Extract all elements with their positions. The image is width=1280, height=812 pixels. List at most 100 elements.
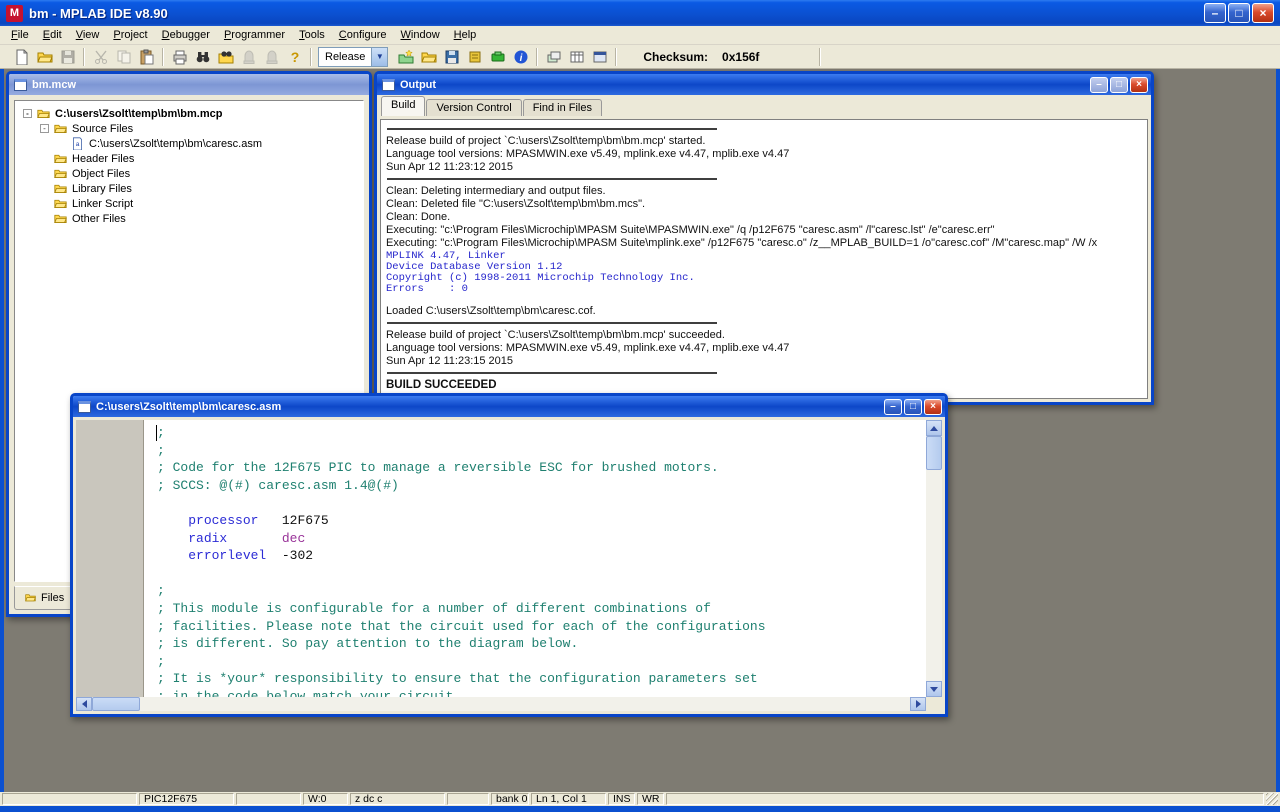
about-icon[interactable]: i bbox=[509, 46, 532, 67]
tree-item[interactable]: - Source Files bbox=[15, 121, 363, 136]
print-icon[interactable] bbox=[168, 46, 191, 67]
status-wr: WR bbox=[637, 793, 664, 805]
app-titlebar[interactable]: M bm - MPLAB IDE v8.90 – □ × bbox=[0, 0, 1280, 26]
menu-edit[interactable]: Edit bbox=[36, 27, 69, 43]
scroll-right-button[interactable] bbox=[910, 697, 926, 711]
editor-window-titlebar[interactable]: C:\users\Zsolt\temp\bm\caresc.asm – □ × bbox=[73, 396, 945, 417]
code-line: ; bbox=[157, 442, 165, 458]
resize-grip[interactable] bbox=[1266, 793, 1278, 805]
editor-window: C:\users\Zsolt\temp\bm\caresc.asm – □ × … bbox=[70, 393, 948, 717]
save-workspace-icon[interactable] bbox=[440, 46, 463, 67]
project-window-titlebar[interactable]: bm.mcw bbox=[9, 74, 369, 95]
menu-file[interactable]: File bbox=[4, 27, 36, 43]
vertical-scroll-thumb[interactable] bbox=[926, 436, 942, 470]
minimize-button[interactable]: – bbox=[1204, 3, 1226, 23]
editor-body: ;; ; Code for the 12F675 PIC to manage a … bbox=[76, 420, 942, 711]
folder-icon bbox=[36, 107, 51, 120]
programmer-connect-icon[interactable] bbox=[542, 46, 565, 67]
log-line: Release build of project `C:\users\Zsolt… bbox=[386, 135, 706, 147]
svg-text:?: ? bbox=[290, 49, 299, 65]
memory-view-icon[interactable] bbox=[565, 46, 588, 67]
horizontal-scroll-thumb[interactable] bbox=[92, 697, 140, 711]
toolbar-separator bbox=[819, 47, 822, 66]
tree-item[interactable]: - C:\users\Zsolt\temp\bm\bm.mcp bbox=[15, 106, 363, 121]
output-minimize-button[interactable]: – bbox=[1090, 76, 1108, 93]
svg-text:i: i bbox=[519, 53, 522, 64]
menu-help[interactable]: Help bbox=[447, 27, 484, 43]
editor-close-button[interactable]: × bbox=[924, 398, 942, 415]
editor-minimize-button[interactable]: – bbox=[884, 398, 902, 415]
tree-expander-icon[interactable]: - bbox=[40, 124, 49, 133]
paste-icon[interactable] bbox=[135, 46, 158, 67]
save-file-icon bbox=[56, 46, 79, 67]
log-line: Device Database Version 1.12 bbox=[386, 261, 563, 273]
menu-tools[interactable]: Tools bbox=[292, 27, 332, 43]
tree-item[interactable]: Object Files bbox=[15, 166, 363, 181]
asm-file-icon: a bbox=[70, 137, 85, 151]
editor-vertical-scrollbar[interactable] bbox=[926, 420, 942, 697]
status-w-0: W:0 bbox=[303, 793, 348, 805]
tree-item-label: C:\users\Zsolt\temp\bm\bm.mcp bbox=[55, 107, 223, 120]
tree-item[interactable]: Other Files bbox=[15, 211, 363, 226]
code-line: ; This module is configurable for a numb… bbox=[157, 600, 711, 616]
tree-expander-icon[interactable]: - bbox=[23, 109, 32, 118]
tree-item[interactable]: Library Files bbox=[15, 181, 363, 196]
checksum-value: 0x156f bbox=[722, 49, 760, 64]
code-line: ; bbox=[156, 425, 165, 441]
output-tab-version-control[interactable]: Version Control bbox=[426, 99, 522, 116]
scroll-left-button[interactable] bbox=[76, 697, 92, 711]
output-window-titlebar[interactable]: Output – □ × bbox=[377, 74, 1151, 95]
toolbar-separator bbox=[310, 47, 312, 66]
menu-view[interactable]: View bbox=[69, 27, 107, 43]
new-file-icon[interactable] bbox=[10, 46, 33, 67]
open-file-icon[interactable] bbox=[33, 46, 56, 67]
build-icon[interactable] bbox=[463, 46, 486, 67]
build-configuration-select[interactable]: Release ▼ bbox=[318, 46, 389, 67]
tree-item[interactable]: a C:\users\Zsolt\temp\bm\caresc.asm bbox=[15, 136, 363, 151]
svg-text:a: a bbox=[76, 141, 80, 148]
scroll-up-button[interactable] bbox=[926, 420, 942, 436]
code-editor[interactable]: ;; ; Code for the 12F675 PIC to manage a … bbox=[145, 420, 926, 697]
folder-icon bbox=[53, 152, 68, 165]
tab-label: Files bbox=[41, 592, 65, 604]
help-icon[interactable]: ? bbox=[283, 46, 306, 67]
close-button[interactable]: × bbox=[1252, 3, 1274, 23]
menu-configure[interactable]: Configure bbox=[332, 27, 394, 43]
window-icon bbox=[78, 400, 91, 413]
output-tab-build[interactable]: Build bbox=[381, 96, 426, 116]
editor-horizontal-scrollbar[interactable] bbox=[76, 697, 926, 711]
scroll-down-button[interactable] bbox=[926, 681, 942, 697]
code-line: radix dec bbox=[188, 530, 306, 546]
project-tab-files[interactable]: Files bbox=[14, 586, 75, 610]
editor-maximize-button[interactable]: □ bbox=[904, 398, 922, 415]
find-in-files-icon[interactable] bbox=[214, 46, 237, 67]
tree-item[interactable]: Linker Script bbox=[15, 196, 363, 211]
menu-project[interactable]: Project bbox=[106, 27, 154, 43]
mplab-ide-window: M bm - MPLAB IDE v8.90 – □ × File Edit Vie… bbox=[0, 0, 1280, 812]
output-close-button[interactable]: × bbox=[1130, 76, 1148, 93]
chevron-down-icon[interactable]: ▼ bbox=[371, 47, 388, 66]
target-window-icon[interactable] bbox=[588, 46, 611, 67]
make-icon[interactable] bbox=[486, 46, 509, 67]
maximize-button[interactable]: □ bbox=[1228, 3, 1250, 23]
tree-item-label: Source Files bbox=[72, 122, 134, 135]
tree-item[interactable]: Header Files bbox=[15, 151, 363, 166]
folder-icon bbox=[53, 122, 68, 135]
output-maximize-button[interactable]: □ bbox=[1110, 76, 1128, 93]
open-project-icon[interactable] bbox=[417, 46, 440, 67]
find-icon[interactable] bbox=[191, 46, 214, 67]
build-configuration-value: Release bbox=[325, 50, 366, 63]
log-line: Language tool versions: MPASMWIN.exe v5.… bbox=[386, 148, 790, 160]
log-line: Clean: Deleting intermediary and output … bbox=[386, 185, 606, 197]
window-border-bottom bbox=[0, 806, 1280, 812]
folder-icon bbox=[53, 212, 68, 225]
folder-icon bbox=[24, 592, 37, 604]
output-tab-find-in-files[interactable]: Find in Files bbox=[522, 99, 602, 116]
log-line: Copyright (c) 1998-2011 Microchip Techno… bbox=[386, 272, 695, 284]
menu-debugger[interactable]: Debugger bbox=[155, 27, 217, 43]
menu-programmer[interactable]: Programmer bbox=[217, 27, 292, 43]
menu-window[interactable]: Window bbox=[394, 27, 447, 43]
status-bar: PIC12F675 W:0 z dc c bank 0 Ln 1, Col 1 INS WR bbox=[0, 792, 1280, 806]
scrollbar-corner bbox=[926, 697, 942, 711]
new-project-icon[interactable] bbox=[394, 46, 417, 67]
